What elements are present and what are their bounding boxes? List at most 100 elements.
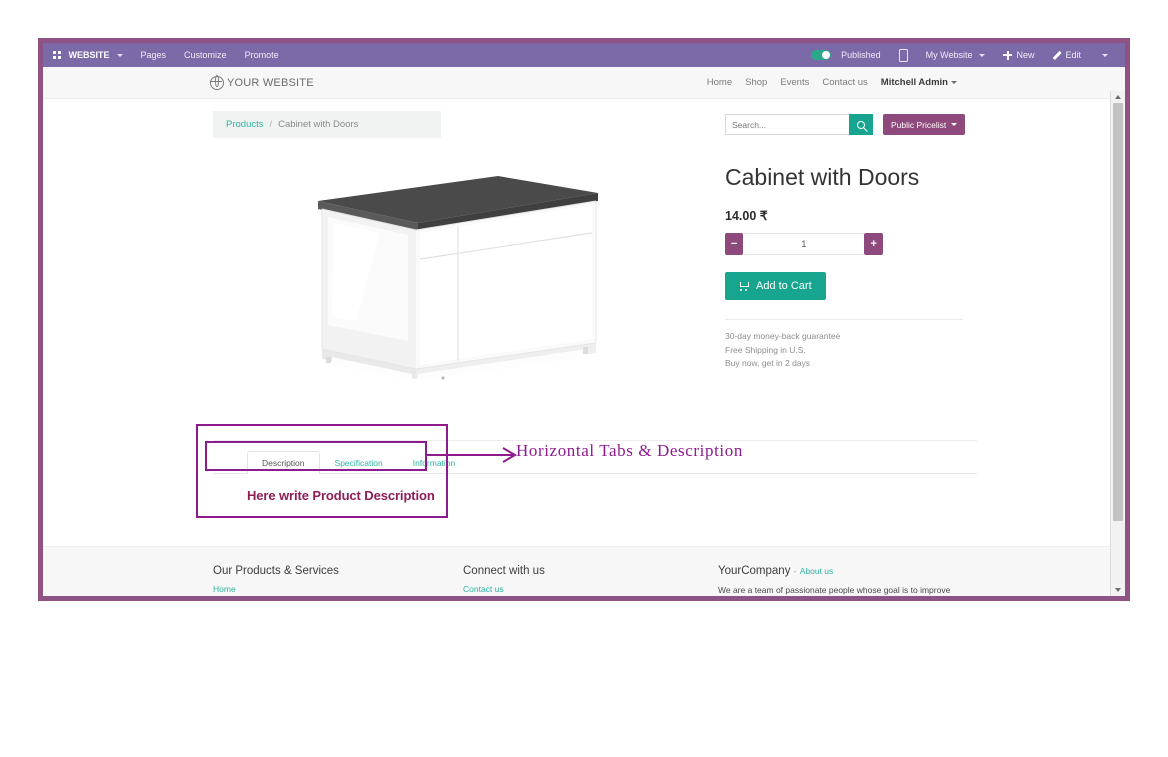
product-image[interactable] <box>213 152 703 404</box>
topbar-menu-pages-label: Pages <box>140 50 167 60</box>
apps-menu-button[interactable]: WEBSITE <box>51 43 132 67</box>
promo-line-1: 30-day money-back guarantee <box>725 331 841 341</box>
pencil-icon <box>1052 51 1061 60</box>
quantity-input[interactable] <box>743 233 865 255</box>
quantity-decrease-button[interactable]: − <box>725 233 744 255</box>
add-to-cart-label: Add to Cart <box>756 280 812 292</box>
divider <box>725 319 963 320</box>
edit-button[interactable]: Edit <box>1043 43 1090 67</box>
product-content-row: Products / Cabinet with Doors Search... … <box>43 99 1125 404</box>
add-to-cart-button[interactable]: Add to Cart <box>725 272 826 300</box>
footer-link-contact-us[interactable]: Contact us <box>463 584 718 594</box>
pricelist-dropdown[interactable]: Public Pricelist <box>883 114 966 135</box>
search-row: Public Pricelist <box>725 111 977 138</box>
website-footer: Our Products & Services Home Connect wit… <box>43 546 1125 596</box>
apps-grid-icon <box>53 51 61 59</box>
odoo-top-bar-left: WEBSITE Pages Customize Promote <box>51 43 288 67</box>
footer-company-paragraph: We are a team of passionate people whose… <box>718 585 951 595</box>
new-button[interactable]: New <box>994 43 1043 67</box>
vertical-scrollbar[interactable] <box>1110 91 1125 596</box>
website-body: Products / Cabinet with Doors Search... … <box>43 99 1125 596</box>
tab-panel-description: Here write Product Description <box>213 474 977 546</box>
search-bar <box>725 114 873 135</box>
publish-toggle[interactable]: Published <box>802 43 890 67</box>
topbar-menu-pages[interactable]: Pages <box>132 43 176 67</box>
search-button[interactable] <box>849 114 873 135</box>
topbar-menu-promote-label: Promote <box>244 50 279 60</box>
footer-dash: - <box>793 566 797 576</box>
page-title: Cabinet with Doors <box>725 164 920 190</box>
nav-item-contact-us[interactable]: Contact us <box>822 77 867 88</box>
screenshot-root: WEBSITE Pages Customize Promote Publishe… <box>0 0 1168 757</box>
product-right-column: Public Pricelist Cabinet with Doors 14.0… <box>703 111 977 404</box>
topbar-menu-customize-label: Customize <box>184 50 227 60</box>
website-selector-label: My Website <box>925 50 973 60</box>
chevron-down-icon <box>951 81 957 84</box>
topbar-menu-promote[interactable]: Promote <box>236 43 288 67</box>
site-logo-label: YOUR WEBSITE <box>227 76 314 89</box>
website-nav: Home Shop Events Contact us Mitchell Adm… <box>707 77 957 88</box>
publish-toggle-label: Published <box>841 50 881 60</box>
footer-heading-connect: Connect with us <box>463 565 545 577</box>
page-viewport: YOUR WEBSITE Home Shop Events Contact us… <box>43 67 1125 596</box>
product-description-text: Here write Product Description <box>247 488 435 503</box>
topbar-overflow-button[interactable] <box>1090 53 1117 57</box>
chevron-up-icon <box>1115 95 1121 99</box>
scrollbar-down-arrow[interactable] <box>1111 584 1125 596</box>
user-menu-label: Mitchell Admin <box>880 77 948 88</box>
cart-icon <box>739 281 750 291</box>
site-logo[interactable]: YOUR WEBSITE <box>209 75 314 90</box>
chevron-down-icon <box>116 53 123 57</box>
cabinet-product-illustration <box>318 175 598 381</box>
chevron-down-icon <box>979 53 986 57</box>
footer-column-connect: Connect with us Contact us ☎ +1 (650) 69… <box>463 565 718 596</box>
nav-item-home[interactable]: Home <box>707 77 732 88</box>
tab-specification[interactable]: Specification <box>320 451 398 474</box>
breadcrumb: Products / Cabinet with Doors <box>213 111 441 138</box>
odoo-top-bar-right: Published My Website New Edit <box>802 43 1121 67</box>
website-selector[interactable]: My Website <box>917 43 995 67</box>
browser-window: WEBSITE Pages Customize Promote Publishe… <box>38 38 1130 601</box>
new-button-label: New <box>1016 50 1035 60</box>
chevron-down-icon <box>1102 53 1108 57</box>
odoo-top-bar: WEBSITE Pages Customize Promote Publishe… <box>43 43 1125 67</box>
promo-line-3: Buy now, get in 2 days <box>725 358 811 368</box>
plus-icon <box>1003 50 1013 60</box>
scrollbar-up-arrow[interactable] <box>1111 91 1125 103</box>
search-input[interactable] <box>725 114 849 135</box>
breadcrumb-products-link[interactable]: Products <box>226 119 264 130</box>
footer-heading-company: YourCompany - About us <box>718 565 977 577</box>
scrollbar-thumb[interactable] <box>1113 103 1123 521</box>
promo-line-2: Free Shipping in U.S. <box>725 344 806 355</box>
annotation-label: Horizontal Tabs & Description <box>516 441 743 460</box>
breadcrumb-current: Cabinet with Doors <box>278 119 359 130</box>
nav-item-shop[interactable]: Shop <box>745 77 767 88</box>
footer-link-about-us[interactable]: About us <box>800 566 834 576</box>
chevron-down-icon <box>1115 588 1121 592</box>
footer-column-products: Our Products & Services Home <box>213 565 463 596</box>
globe-icon <box>209 75 224 90</box>
footer-column-company: YourCompany - About us We are a team of … <box>718 565 977 596</box>
footer-company-name: YourCompany <box>718 565 791 577</box>
mobile-preview-button[interactable] <box>890 48 917 62</box>
apps-menu-label: WEBSITE <box>68 50 110 60</box>
mobile-preview-icon <box>898 48 908 62</box>
tab-information[interactable]: Information <box>398 451 471 474</box>
website-header: YOUR WEBSITE Home Shop Events Contact us… <box>43 67 1125 99</box>
nav-item-events[interactable]: Events <box>780 77 809 88</box>
quantity-increase-button[interactable]: + <box>864 233 883 255</box>
product-price: 14.00 ₹ <box>725 209 768 223</box>
footer-heading-products: Our Products & Services <box>213 565 339 577</box>
quantity-stepper: − + <box>725 233 883 255</box>
search-icon <box>857 120 865 129</box>
product-left-column: Products / Cabinet with Doors <box>213 111 703 404</box>
tab-description[interactable]: Description <box>247 451 320 474</box>
toggle-switch-icon <box>811 50 832 60</box>
edit-button-label: Edit <box>1065 50 1081 60</box>
topbar-menu-customize[interactable]: Customize <box>175 43 236 67</box>
footer-link-home[interactable]: Home <box>213 584 463 594</box>
pricelist-dropdown-label: Public Pricelist <box>891 119 947 130</box>
breadcrumb-separator: / <box>269 119 273 130</box>
chevron-down-icon <box>951 123 958 126</box>
user-menu[interactable]: Mitchell Admin <box>881 77 957 88</box>
